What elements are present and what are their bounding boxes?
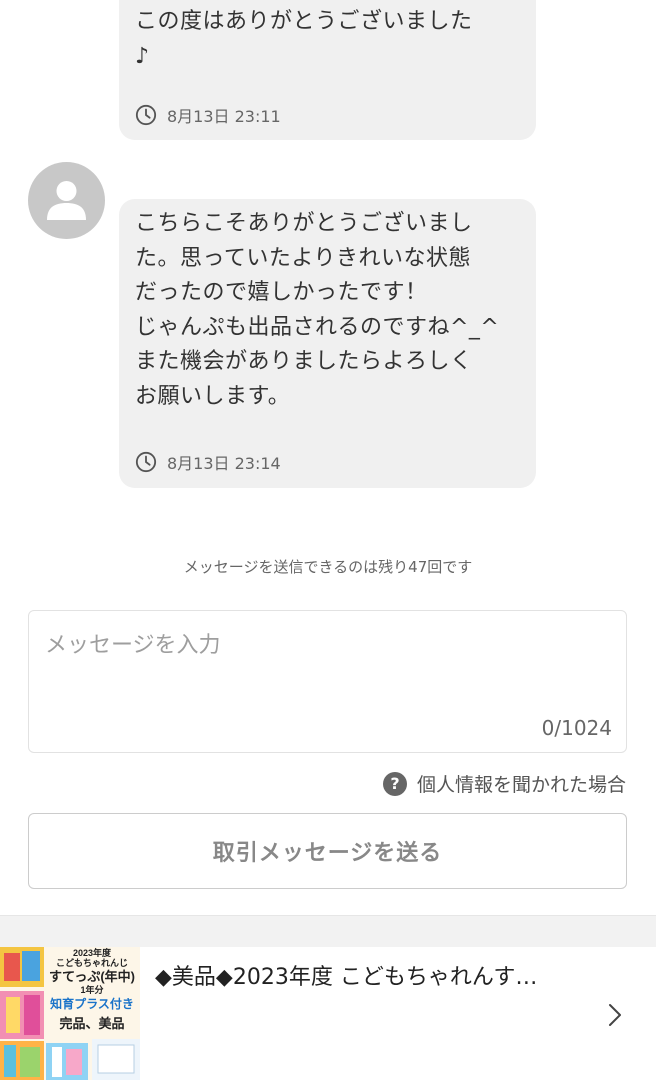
question-icon: ? (382, 771, 407, 796)
clock-icon (135, 451, 157, 473)
thumbnail-brand: こどもちゃれんじ (55, 958, 128, 969)
user-icon (47, 181, 86, 220)
timestamp-label: 8月13日 23:11 (167, 107, 281, 126)
timestamp-label: 8月13日 23:14 (167, 454, 281, 473)
message-text: こちらこそありがとうございまし た。思っていたよりきれいな状態 だったので嬉しか… (135, 211, 500, 409)
thumbnail-condition: 完品、美品 (59, 1015, 125, 1031)
remaining-messages-notice: メッセージを送信できるのは残り47回です (183, 558, 473, 576)
character-counter: 0/1024 (541, 716, 612, 740)
message-timestamp: 8月13日 23:14 (135, 450, 281, 474)
message-bubble: この度はありがとうございました ♪ 8月13日 23:11 (119, 0, 536, 140)
item-thumbnail: 2023年度 こどもちゃれんじ すてっぷ(年中) 1年分 知育プラス付き 完品、… (0, 947, 140, 1080)
privacy-help-link[interactable]: ? 個人情報を聞かれた場合 (382, 770, 626, 797)
item-title: ◆美品◆2023年度 こどもちゃれんす… (155, 965, 538, 990)
message-input[interactable]: メッセージを入力 0/1024 (28, 610, 627, 753)
message-timestamp: 8月13日 23:11 (135, 103, 281, 127)
message-bubble: こちらこそありがとうございまし た。思っていたよりきれいな状態 だったので嬉しか… (119, 199, 536, 488)
message-input-placeholder: メッセージを入力 (45, 633, 221, 658)
thumbnail-caption: 2023年度 こどもちゃれんじ すてっぷ(年中) 1年分 知育プラス付き 完品、… (44, 947, 140, 1032)
thumbnail-extra: 知育プラス付き (50, 996, 134, 1011)
send-message-button[interactable]: 取引メッセージを送る (28, 813, 627, 889)
message-text: この度はありがとうございました ♪ (135, 9, 473, 69)
thumbnail-name: すてっぷ(年中) (48, 968, 135, 984)
item-link[interactable]: 2023年度 こどもちゃれんじ すてっぷ(年中) 1年分 知育プラス付き 完品、… (0, 947, 656, 1080)
thumbnail-period: 1年分 (80, 984, 104, 995)
privacy-help-label: 個人情報を聞かれた場合 (416, 774, 626, 796)
avatar[interactable] (28, 162, 105, 239)
clock-icon (135, 104, 157, 126)
thumbnail-year: 2023年度 (72, 948, 112, 958)
section-divider (0, 915, 656, 948)
chevron-right-icon (609, 1004, 621, 1026)
